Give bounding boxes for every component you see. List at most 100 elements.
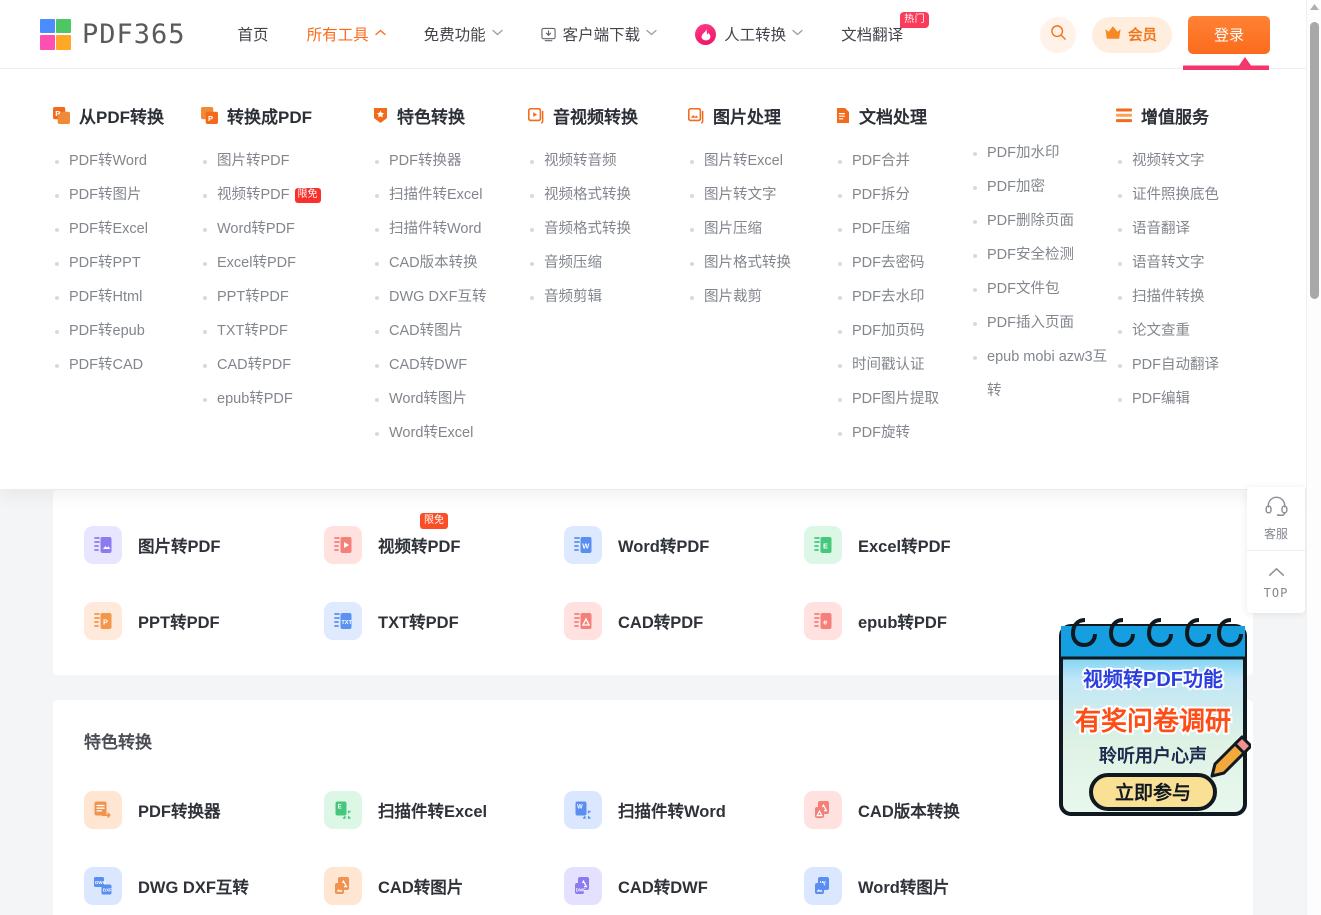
menu-item[interactable]: PDF插入页面 <box>971 306 1116 340</box>
nav-item-manual-conversion[interactable]: 人工转换 <box>695 23 803 45</box>
menu-item-label: 语音翻译 <box>1132 221 1190 237</box>
tool-card-scan-to-excel[interactable]: E 扫描件转Excel <box>324 772 564 848</box>
menu-item[interactable]: Word转PDF <box>201 212 373 246</box>
logo[interactable]: PDF365 <box>40 18 186 50</box>
menu-item[interactable]: DWG DXF互转 <box>373 280 528 314</box>
menu-item[interactable]: PDF转Html <box>53 280 201 314</box>
menu-item[interactable]: PDF图片提取 <box>836 382 971 416</box>
menu-item[interactable]: Word转图片 <box>373 382 528 416</box>
nav-item-doc-translate[interactable]: 文档翻译 热门 <box>841 12 930 45</box>
back-to-top-button[interactable]: TOP <box>1247 550 1305 613</box>
menu-item[interactable]: epub mobi azw3互转 <box>971 340 1116 408</box>
tool-label: Excel转PDF <box>858 538 951 556</box>
menu-item[interactable]: 音频剪辑 <box>528 280 688 314</box>
page-scrollbar[interactable] <box>1306 0 1321 915</box>
menu-item[interactable]: 证件照换底色 <box>1116 178 1256 212</box>
menu-item[interactable]: PDF安全检测 <box>971 238 1116 272</box>
nav-item-client-download[interactable]: 客户端下载 <box>540 23 658 45</box>
tool-card-ppt-to-pdf[interactable]: P PPT转PDF <box>84 583 324 659</box>
menu-item[interactable]: CAD转图片 <box>373 314 528 348</box>
scan-to-excel-icon: E <box>324 791 362 829</box>
menu-item-label: PDF压缩 <box>852 221 910 237</box>
menu-item-label: epub mobi azw3互转 <box>987 349 1108 399</box>
menu-item[interactable]: 扫描件转Excel <box>373 178 528 212</box>
tool-card-cad-to-dwf[interactable]: DWF CAD转DWF <box>564 848 804 915</box>
menu-item[interactable]: PDF转epub <box>53 314 201 348</box>
menu-item[interactable]: PDF文件包 <box>971 272 1116 306</box>
menu-item[interactable]: PDF转Excel <box>53 212 201 246</box>
menu-item[interactable]: 语音转文字 <box>1116 246 1256 280</box>
menu-item[interactable]: 图片裁剪 <box>688 280 836 314</box>
menu-item[interactable]: 视频转文字 <box>1116 144 1256 178</box>
menu-item[interactable]: TXT转PDF <box>201 314 373 348</box>
tool-card-cad-to-pdf[interactable]: CAD转PDF <box>564 583 804 659</box>
nav-item-all-tools[interactable]: 所有工具 <box>307 23 386 45</box>
column-items: 图片转Excel 图片转文字 图片压缩 图片格式转换 图片裁剪 <box>688 144 836 314</box>
menu-item[interactable]: epub转PDF <box>201 382 373 416</box>
menu-item[interactable]: PDF删除页面 <box>971 204 1116 238</box>
menu-item[interactable]: 论文查重 <box>1116 314 1256 348</box>
tool-label: 图片转PDF <box>138 538 221 556</box>
menu-item[interactable]: 音频压缩 <box>528 246 688 280</box>
menu-item[interactable]: 语音翻译 <box>1116 212 1256 246</box>
menu-item[interactable]: PDF转CAD <box>53 348 201 382</box>
nav-item-home[interactable]: 首页 <box>238 23 269 45</box>
menu-item[interactable]: CAD转DWF <box>373 348 528 382</box>
menu-item[interactable]: PDF转Word <box>53 144 201 178</box>
menu-item[interactable]: PDF自动翻译 <box>1116 348 1256 382</box>
search-button[interactable] <box>1040 16 1076 53</box>
menu-item[interactable]: 扫描件转换 <box>1116 280 1256 314</box>
tool-card-pdf-converter[interactable]: PDF转换器 <box>84 772 324 848</box>
menu-item[interactable]: PDF去密码 <box>836 246 971 280</box>
tool-card-txt-to-pdf[interactable]: TXT TXT转PDF <box>324 583 564 659</box>
tool-card-cad-version-convert[interactable]: CAD版本转换 <box>804 772 1044 848</box>
menu-item[interactable]: PDF拆分 <box>836 178 971 212</box>
menu-item[interactable]: PDF编辑 <box>1116 382 1256 416</box>
menu-item[interactable]: PDF去水印 <box>836 280 971 314</box>
menu-item[interactable]: 视频转音频 <box>528 144 688 178</box>
tool-card-video-to-pdf[interactable]: 视频转PDF 限免 <box>324 507 564 583</box>
menu-item[interactable]: Excel转PDF <box>201 246 373 280</box>
tool-card-dwg-dxf[interactable]: DWG DXF DWG DXF互转 <box>84 848 324 915</box>
menu-item[interactable]: 图片压缩 <box>688 212 836 246</box>
vip-button[interactable]: 会员 <box>1092 16 1172 53</box>
tool-card-word-to-image[interactable]: W Word转图片 <box>804 848 1044 915</box>
menu-item[interactable]: 时间戳认证 <box>836 348 971 382</box>
menu-item-label: PDF文件包 <box>987 281 1060 297</box>
column-items: 视频转音频 视频格式转换 音频格式转换 音频压缩 音频剪辑 <box>528 144 688 314</box>
menu-item[interactable]: PDF加密 <box>971 170 1116 204</box>
menu-item[interactable]: 视频转PDF 限免 <box>201 178 373 212</box>
menu-item[interactable]: PDF加页码 <box>836 314 971 348</box>
tool-card-excel-to-pdf[interactable]: E Excel转PDF <box>804 507 1044 583</box>
menu-item[interactable]: PDF合并 <box>836 144 971 178</box>
menu-item[interactable]: PDF旋转 <box>836 416 971 450</box>
tool-card-cad-to-image[interactable]: CAD转图片 <box>324 848 564 915</box>
tool-card-scan-to-word[interactable]: W 扫描件转Word <box>564 772 804 848</box>
menu-item[interactable]: PDF转PPT <box>53 246 201 280</box>
menu-item[interactable]: 图片转文字 <box>688 178 836 212</box>
customer-service-button[interactable]: 客服 <box>1247 487 1305 550</box>
menu-item[interactable]: PDF转图片 <box>53 178 201 212</box>
scroll-up-arrow-icon[interactable] <box>1310 3 1319 10</box>
scrollbar-thumb[interactable] <box>1310 22 1319 299</box>
pdf-import-icon: P <box>201 107 218 124</box>
menu-item[interactable]: PDF转换器 <box>373 144 528 178</box>
menu-item[interactable]: CAD版本转换 <box>373 246 528 280</box>
menu-item[interactable]: 图片格式转换 <box>688 246 836 280</box>
tool-card-image-to-pdf[interactable]: 图片转PDF <box>84 507 324 583</box>
menu-item[interactable]: 视频格式转换 <box>528 178 688 212</box>
login-button[interactable]: 登录 <box>1188 15 1270 54</box>
menu-item[interactable]: 图片转Excel <box>688 144 836 178</box>
menu-item[interactable]: 音频格式转换 <box>528 212 688 246</box>
survey-popup[interactable]: 视频转PDF功能 有奖问卷调研 聆听用户心声 立即参与 <box>1055 612 1253 822</box>
menu-item[interactable]: CAD转PDF <box>201 348 373 382</box>
tool-card-word-to-pdf[interactable]: W Word转PDF <box>564 507 804 583</box>
menu-item[interactable]: PPT转PDF <box>201 280 373 314</box>
menu-item[interactable]: 图片转PDF <box>201 144 373 178</box>
nav-item-free-features[interactable]: 免费功能 <box>424 23 503 45</box>
menu-item[interactable]: PDF加水印 <box>971 136 1116 170</box>
menu-item[interactable]: 扫描件转Word <box>373 212 528 246</box>
menu-item[interactable]: Word转Excel <box>373 416 528 450</box>
menu-item[interactable]: PDF压缩 <box>836 212 971 246</box>
tool-card-epub-to-pdf[interactable]: e epub转PDF <box>804 583 1044 659</box>
